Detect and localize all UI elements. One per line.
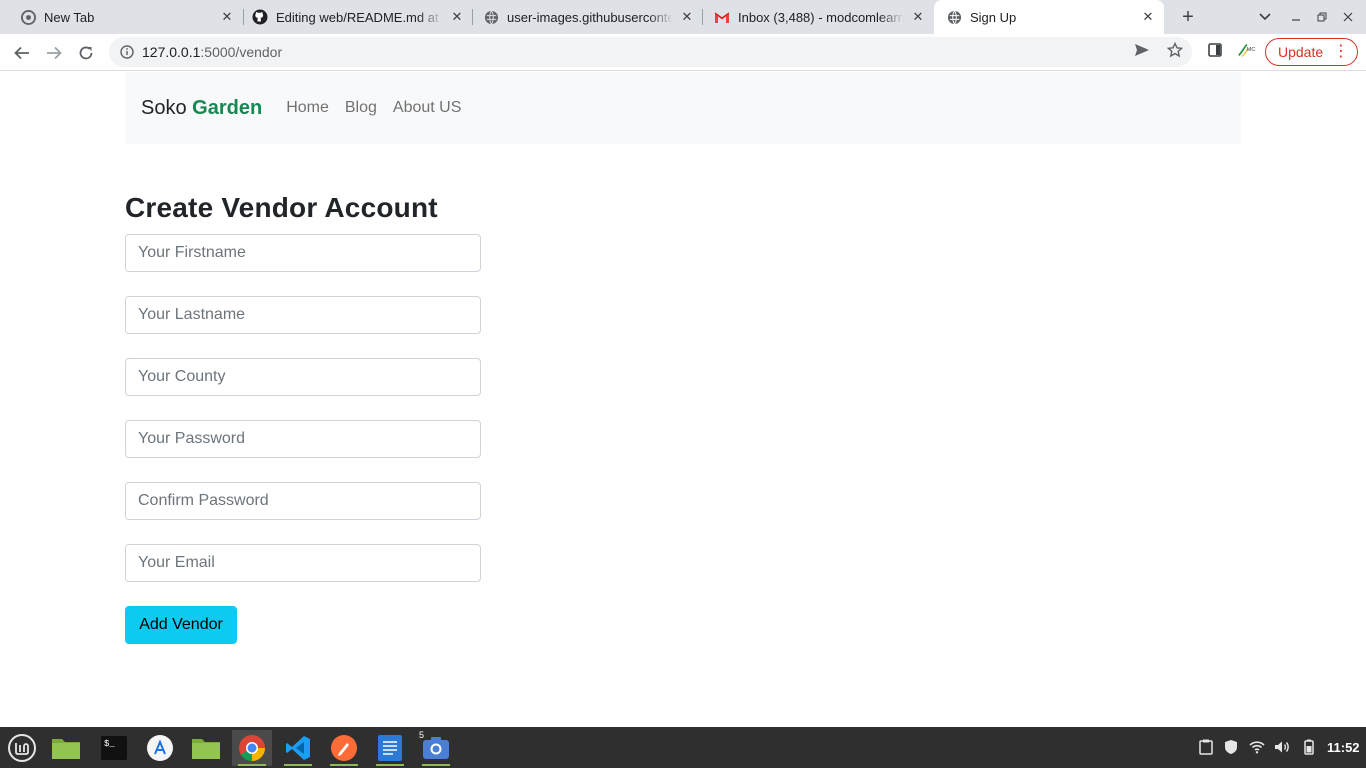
confirm-password-field[interactable] <box>125 482 481 520</box>
text-editor-icon[interactable] <box>370 730 410 766</box>
close-icon[interactable]: ✕ <box>679 9 695 25</box>
globe-icon <box>946 9 962 25</box>
gmail-icon <box>714 9 730 25</box>
github-icon <box>252 9 268 25</box>
email-field[interactable] <box>125 544 481 582</box>
files-icon[interactable] <box>186 730 226 766</box>
tab-new-tab[interactable]: New Tab ✕ <box>0 0 243 34</box>
close-icon[interactable]: ✕ <box>1140 9 1156 25</box>
minimize-icon[interactable] <box>1284 5 1308 29</box>
more-vert-icon: ⋮ <box>1333 43 1349 60</box>
firstname-field[interactable] <box>125 234 481 272</box>
tab-title: New Tab <box>44 9 95 25</box>
forward-arrow-icon[interactable] <box>40 39 68 67</box>
svg-text:$_: $_ <box>104 739 115 749</box>
new-tab-button[interactable]: + <box>1176 5 1200 29</box>
tab-title: Inbox (3,488) - modcomlearn <box>738 9 904 25</box>
brand-accent: Garden <box>192 96 263 119</box>
tab-title: Editing web/README.md at <box>276 9 439 25</box>
tab-search-chevron-icon[interactable] <box>1253 5 1277 29</box>
restore-icon[interactable] <box>1310 5 1334 29</box>
nav-link-home[interactable]: Home <box>286 99 329 117</box>
software-manager-icon[interactable] <box>140 730 180 766</box>
site-info-icon[interactable] <box>119 44 135 60</box>
nav-link-about-us[interactable]: About US <box>393 99 461 117</box>
page-viewport: Soko Garden Home Blog About US Create Ve… <box>0 72 1366 727</box>
folder-icon[interactable] <box>46 730 86 766</box>
add-vendor-button[interactable]: Add Vendor <box>125 606 237 644</box>
tab-editing-readme[interactable]: Editing web/README.md at ✕ <box>232 0 473 34</box>
update-button[interactable]: Update ⋮ <box>1265 38 1358 66</box>
volume-icon[interactable] <box>1274 739 1290 755</box>
browser-toolbar: 127.0.0.1:5000/vendor MC Update ⋮ <box>0 34 1366 71</box>
postman-icon[interactable] <box>324 730 364 766</box>
mint-menu-icon[interactable] <box>2 730 42 766</box>
tab-gmail-inbox[interactable]: Inbox (3,488) - modcomlearn ✕ <box>694 0 934 34</box>
brand-logo[interactable]: Soko Garden <box>141 97 262 120</box>
page-title: Create Vendor Account <box>125 192 438 223</box>
bookmark-star-icon[interactable] <box>1166 41 1184 59</box>
svg-text:MC: MC <box>1247 47 1255 53</box>
update-label: Update <box>1278 44 1324 60</box>
vscode-icon[interactable] <box>278 730 318 766</box>
tab-title: Sign Up <box>970 9 1017 25</box>
shield-icon[interactable] <box>1223 739 1239 755</box>
nav-link-blog[interactable]: Blog <box>345 99 377 117</box>
globe-icon <box>483 9 499 25</box>
tab-user-images[interactable]: user-images.githubuserconte ✕ <box>463 0 703 34</box>
terminal-icon[interactable]: $_ <box>94 730 134 766</box>
brand-prefix: Soko <box>141 96 193 119</box>
address-bar[interactable]: 127.0.0.1:5000/vendor <box>109 37 1192 67</box>
extension-icon[interactable]: MC <box>1237 41 1255 59</box>
tab-sign-up[interactable]: Sign Up ✕ <box>934 0 1164 34</box>
side-panel-icon[interactable] <box>1206 41 1224 59</box>
close-window-icon[interactable] <box>1336 5 1360 29</box>
clipboard-icon[interactable] <box>1198 739 1214 755</box>
system-taskbar: $_ 5 11:52 <box>0 727 1366 768</box>
lastname-field[interactable] <box>125 296 481 334</box>
window-count-badge: 5 <box>419 730 425 740</box>
wifi-icon[interactable] <box>1249 739 1265 755</box>
browser-tab-strip: New Tab ✕ Editing web/README.md at ✕ use… <box>0 0 1366 34</box>
clock-text[interactable]: 11:52 <box>1327 740 1360 755</box>
send-tab-icon[interactable] <box>1133 41 1151 59</box>
screenshot-icon[interactable]: 5 <box>416 730 456 766</box>
tab-title: user-images.githubuserconte <box>507 9 673 25</box>
battery-icon[interactable] <box>1301 739 1317 755</box>
chrome-icon[interactable] <box>232 730 272 766</box>
site-navbar: Soko Garden Home Blog About US <box>125 72 1241 144</box>
county-field[interactable] <box>125 358 481 396</box>
url-host: 127.0.0.1 <box>142 44 201 60</box>
url-text[interactable]: 127.0.0.1:5000/vendor <box>142 44 282 60</box>
close-icon[interactable]: ✕ <box>910 9 926 25</box>
password-field[interactable] <box>125 420 481 458</box>
chrome-icon <box>20 9 36 25</box>
reload-icon[interactable] <box>72 39 100 67</box>
url-path: :5000/vendor <box>200 44 283 60</box>
back-arrow-icon[interactable] <box>8 39 36 67</box>
